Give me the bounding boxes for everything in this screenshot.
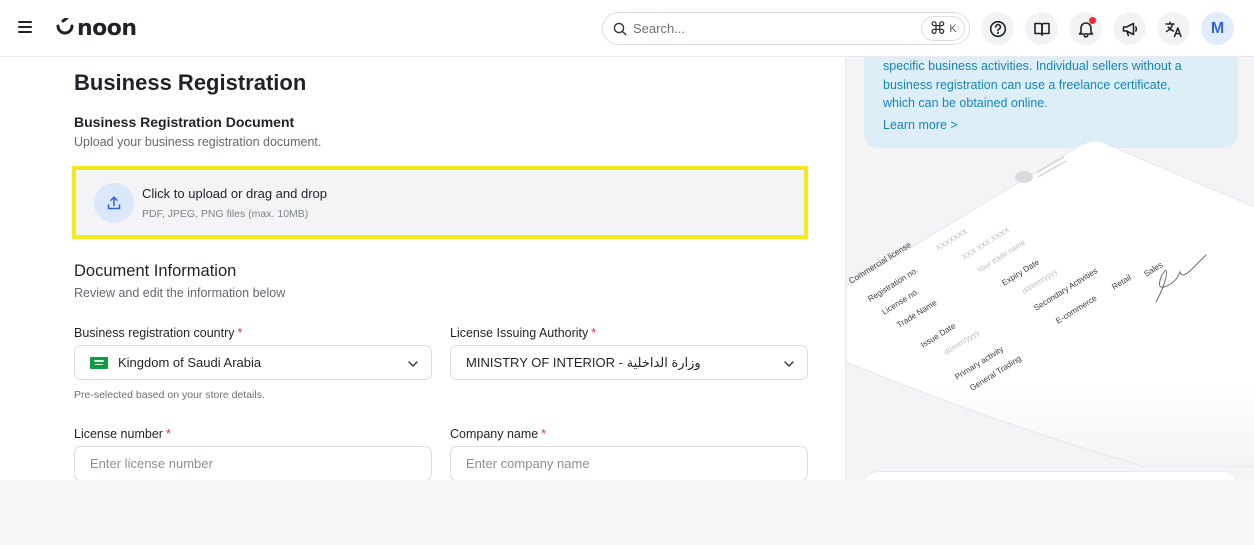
notifications-button[interactable] xyxy=(1069,12,1102,45)
user-avatar[interactable]: M xyxy=(1201,12,1234,45)
company-name-input[interactable] xyxy=(450,446,808,480)
document-section-subtitle: Upload your business registration docume… xyxy=(74,135,322,149)
required-mark: * xyxy=(165,427,171,441)
required-mark: * xyxy=(541,427,547,441)
upload-icon-wrapper xyxy=(94,182,134,223)
help-button[interactable] xyxy=(981,12,1014,45)
command-key-icon: ⌘ xyxy=(929,19,947,38)
saudi-flag-icon xyxy=(90,356,108,369)
upload-icon xyxy=(107,195,121,209)
app-viewport: noon ⌘ K xyxy=(0,0,1254,480)
document-section-title: Business Registration Document xyxy=(74,114,295,130)
authority-label: License Issuing Authority * xyxy=(450,326,596,340)
guide-button[interactable] xyxy=(1025,12,1058,45)
book-icon xyxy=(1033,22,1050,36)
announcements-button[interactable] xyxy=(1113,12,1146,45)
learn-more-link[interactable]: Learn more > xyxy=(883,118,958,132)
company-name-label-text: Company name xyxy=(450,427,539,441)
notification-dot xyxy=(1089,17,1096,24)
document-information-subtitle: Review and edit the information below xyxy=(74,286,286,300)
chevron-down-icon xyxy=(408,361,418,367)
help-panel: specific business activities. Individual… xyxy=(845,57,1254,480)
authority-label-text: License Issuing Authority xyxy=(450,326,589,340)
country-label: Business registration country * xyxy=(74,326,242,340)
page-title: Business Registration xyxy=(74,70,307,95)
country-select[interactable]: Kingdom of Saudi Arabia xyxy=(74,345,432,380)
company-name-label: Company name * xyxy=(450,427,546,441)
below-viewport-area xyxy=(0,480,1254,545)
search-shortcut-badge: ⌘ K xyxy=(921,16,965,41)
country-label-text: Business registration country xyxy=(74,326,235,340)
authority-select-value: MINISTRY OF INTERIOR - وزارة الداخلية xyxy=(466,354,701,370)
license-number-input[interactable] xyxy=(74,446,432,480)
bottom-card xyxy=(864,471,1238,480)
info-card-text: specific business activities. Individual… xyxy=(883,59,1182,110)
required-mark: * xyxy=(591,326,597,340)
upload-instruction: Click to upload or drag and drop xyxy=(142,185,328,201)
document-information-title: Document Information xyxy=(74,262,237,280)
search-icon xyxy=(613,22,627,35)
country-select-value: Kingdom of Saudi Arabia xyxy=(118,355,262,370)
license-number-label: License number * xyxy=(74,427,171,441)
license-number-label-text: License number xyxy=(74,427,163,441)
noon-logo-mark-icon xyxy=(56,18,74,35)
noon-logo[interactable]: noon xyxy=(55,13,137,43)
upload-text-group: Click to upload or drag and drop PDF, JP… xyxy=(142,186,327,220)
upload-dropzone[interactable]: Click to upload or drag and drop PDF, JP… xyxy=(72,166,808,239)
help-icon xyxy=(989,20,1006,37)
required-mark: * xyxy=(237,326,243,340)
top-bar: noon ⌘ K xyxy=(0,0,1254,57)
authority-select[interactable]: MINISTRY OF INTERIOR - وزارة الداخلية xyxy=(450,345,808,380)
logo-text: noon xyxy=(77,15,137,41)
megaphone-icon xyxy=(1122,22,1137,36)
translate-icon xyxy=(1164,20,1182,37)
country-hint: Pre-selected based on your store details… xyxy=(74,389,265,401)
shortcut-key-label: K xyxy=(949,22,957,35)
language-button[interactable] xyxy=(1157,12,1190,45)
chevron-down-icon xyxy=(784,361,794,367)
search-input[interactable] xyxy=(633,21,903,36)
menu-icon[interactable] xyxy=(18,18,36,36)
upload-file-hint: PDF, JPEG, PNG files (max. 10MB) xyxy=(142,207,309,220)
main-content: Business Registration Business Registrat… xyxy=(0,57,845,480)
search-box[interactable]: ⌘ K xyxy=(602,12,970,45)
sample-license-illustration: Commercial license Registration no. Lice… xyxy=(846,140,1254,467)
